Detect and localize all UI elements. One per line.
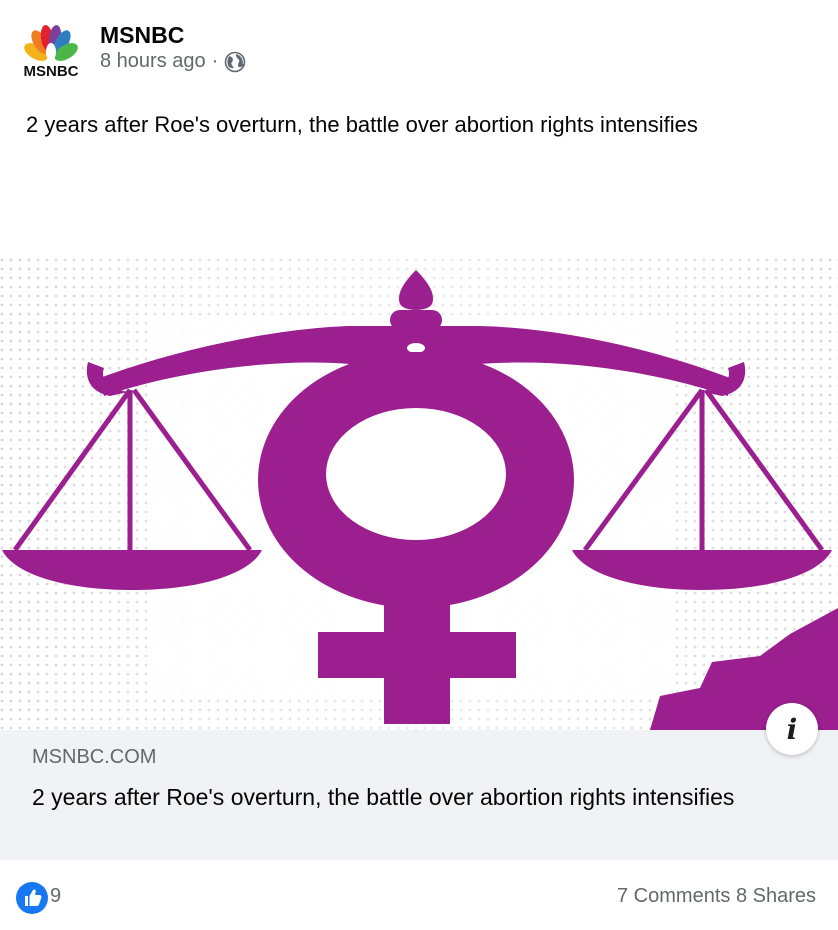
post-caption: 2 years after Roe's overturn, the battle… bbox=[26, 112, 698, 137]
page-name-link[interactable]: MSNBC bbox=[100, 22, 184, 49]
meta-separator: · bbox=[211, 50, 219, 72]
comments-count[interactable]: 7 Comments bbox=[617, 885, 730, 907]
post-timestamp[interactable]: 8 hours ago bbox=[100, 50, 206, 73]
article-image[interactable] bbox=[0, 258, 838, 730]
scales-female-symbol-illustration bbox=[0, 258, 838, 730]
link-preview-card[interactable]: MSNBC.COM 2 years after Roe's overturn, … bbox=[0, 730, 838, 860]
like-count[interactable]: 9 bbox=[50, 885, 61, 908]
post-footer: 9 7 Comments 8 Shares bbox=[0, 870, 838, 926]
peacock-logo-icon: MSNBC bbox=[18, 25, 84, 80]
svg-text:MSNBC: MSNBC bbox=[24, 63, 79, 80]
post-meta: 8 hours ago · bbox=[100, 50, 246, 73]
globe-icon[interactable] bbox=[224, 51, 246, 73]
post-header: MSNBC MSNBC 8 hours ago · bbox=[0, 0, 838, 90]
thumbs-up-icon[interactable] bbox=[16, 882, 48, 914]
info-icon[interactable]: i bbox=[766, 703, 818, 755]
link-title[interactable]: 2 years after Roe's overturn, the battle… bbox=[32, 782, 752, 812]
engagement-stats: 7 Comments 8 Shares bbox=[617, 885, 816, 908]
shares-count[interactable]: 8 Shares bbox=[736, 885, 816, 907]
msnbc-logo-avatar[interactable]: MSNBC bbox=[18, 24, 84, 80]
link-domain: MSNBC.COM bbox=[32, 746, 157, 768]
